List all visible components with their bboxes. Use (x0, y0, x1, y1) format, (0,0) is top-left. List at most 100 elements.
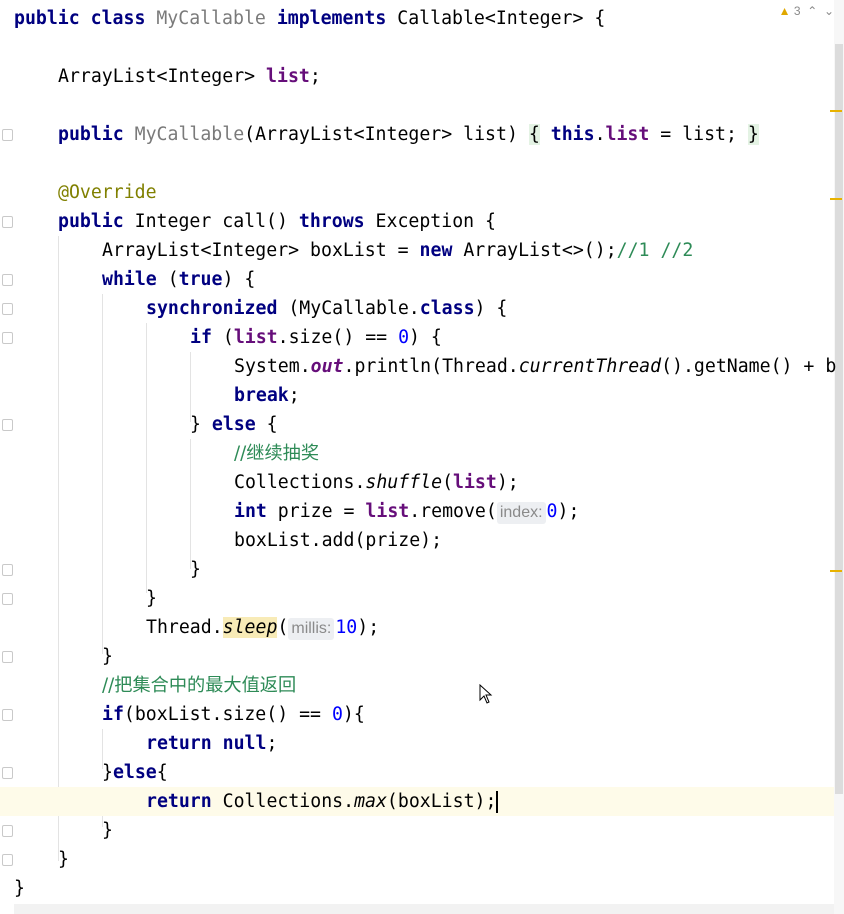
code-line-while[interactable]: while (true) { (102, 265, 255, 294)
number-literal: 0 (331, 704, 343, 725)
warning-stripe-marker[interactable] (830, 570, 842, 572)
code-line-sleep[interactable]: Thread.sleep(millis: 10); (146, 613, 379, 642)
code-text: } (14, 878, 25, 899)
code-text: ); (496, 472, 519, 493)
code-line-synchronized[interactable]: synchronized (MyCallable.class) { (146, 294, 507, 323)
code-text: ArrayList<>(); (452, 240, 617, 261)
code-line-break[interactable]: break; (234, 381, 300, 410)
code-line-boxlist-declaration[interactable]: ArrayList<Integer> boxList = new ArrayLi… (102, 236, 693, 265)
fold-marker[interactable] (2, 709, 13, 721)
code-text: (MyCallable. (277, 298, 420, 319)
static-method: sleep (222, 617, 278, 638)
code-text: ) { (222, 269, 256, 290)
keyword: break (234, 385, 289, 406)
code-line-println[interactable]: System.out.println(Thread.currentThread(… (234, 352, 836, 381)
code-line-annotation[interactable]: @Override (58, 178, 157, 207)
code-line-else2[interactable]: }else{ (102, 758, 168, 787)
code-text: { (156, 762, 168, 783)
code-line-comment-lottery[interactable]: //继续抽奖 (234, 439, 319, 468)
code-text: { (255, 414, 278, 435)
code-line-close-class[interactable]: } (14, 874, 25, 903)
code-line-add[interactable]: boxList.add(prize); (234, 526, 442, 555)
code-line-constructor[interactable]: public MyCallable(ArrayList<Integer> lis… (58, 120, 759, 149)
fold-marker[interactable] (2, 825, 13, 837)
keyword: if (190, 327, 212, 348)
comment: //1 //2 (616, 240, 694, 261)
code-line-class-declaration[interactable]: public class MyCallable implements Calla… (14, 4, 605, 33)
code-text: Collections. (234, 472, 366, 493)
vertical-scrollbar-thumb[interactable] (835, 44, 843, 794)
code-line-if-boxlist-empty[interactable]: if(boxList.size() == 0){ (102, 700, 365, 729)
static-field: out (310, 356, 344, 377)
number-literal: 10 (335, 617, 358, 638)
code-text: ArrayList<Integer> (58, 66, 267, 87)
fold-marker[interactable] (2, 216, 13, 228)
code-line-comment-return[interactable]: //把集合中的最大值返回 (102, 671, 296, 700)
fold-marker[interactable] (2, 767, 13, 779)
code-line-field[interactable]: ArrayList<Integer> list; (58, 62, 321, 91)
code-line-close-sync[interactable]: } (146, 584, 157, 613)
keyword: class (419, 298, 475, 319)
text-caret (496, 791, 499, 813)
code-text: . (594, 124, 606, 145)
horizontal-scrollbar[interactable] (14, 904, 834, 914)
code-text: ) { (409, 327, 442, 348)
code-text: ( (211, 327, 234, 348)
code-text: (boxList); (386, 791, 497, 812)
number-literal: 0 (546, 501, 558, 522)
code-editor[interactable]: public class MyCallable implements Calla… (0, 4, 836, 903)
fold-marker[interactable] (2, 564, 13, 576)
indent-guide (146, 323, 147, 593)
keyword: implements (276, 8, 387, 29)
number-literal: 0 (398, 327, 410, 348)
code-text: (ArrayList<Integer> list) (244, 124, 529, 145)
code-text: ); (357, 617, 380, 638)
code-text: prize = (266, 501, 366, 522)
fold-marker[interactable] (2, 332, 13, 344)
keyword: while (102, 269, 157, 290)
indent-guide (58, 236, 59, 861)
keyword: this (550, 124, 595, 145)
warning-stripe-marker[interactable] (830, 110, 842, 112)
code-line-if-list-empty[interactable]: if (list.size() == 0) { (190, 323, 442, 352)
code-text: } (146, 588, 157, 609)
vertical-scrollbar-track[interactable] (834, 0, 844, 914)
code-line-else[interactable]: } else { (190, 410, 278, 439)
fold-marker[interactable] (2, 274, 13, 286)
static-method: currentThread (518, 356, 662, 377)
keyword: public (58, 124, 124, 145)
field-name: list (266, 66, 310, 87)
fold-marker[interactable] (2, 303, 13, 315)
code-line-return-null[interactable]: return null; (146, 729, 277, 758)
warning-stripe-marker[interactable] (830, 198, 842, 200)
code-line-return-max[interactable]: return Collections.max(boxList); (0, 787, 834, 816)
mouse-pointer-icon (479, 684, 493, 704)
keyword: if (102, 704, 124, 725)
code-line-shuffle[interactable]: Collections.shuffle(list); (234, 468, 519, 497)
code-line-close-if[interactable]: } (190, 555, 201, 584)
indent-guide (190, 439, 191, 569)
fold-marker[interactable] (2, 651, 13, 663)
code-text: ().getName() + b (661, 356, 837, 377)
keyword: true (178, 269, 223, 290)
code-line-close-method[interactable]: } (58, 845, 69, 874)
code-text: ( (156, 269, 179, 290)
code-line-close-while[interactable]: } (102, 642, 113, 671)
code-text: Collections. (211, 791, 355, 812)
code-line-method-declaration[interactable]: public Integer call() throws Exception { (58, 207, 496, 236)
fold-marker[interactable] (2, 854, 13, 866)
static-method: max (354, 791, 387, 812)
keyword: return (146, 791, 212, 812)
code-line-remove[interactable]: int prize = list.remove(index: 0); (234, 497, 579, 526)
code-line-close-else[interactable]: } (102, 816, 113, 845)
code-text: } (102, 762, 113, 783)
fold-marker[interactable] (2, 419, 13, 431)
fold-marker[interactable] (2, 593, 13, 605)
keyword: new (419, 240, 453, 261)
folded-brace[interactable]: } (747, 124, 759, 145)
code-text: Integer call() (123, 211, 299, 232)
fold-marker[interactable] (2, 129, 13, 141)
static-method: shuffle (365, 472, 443, 493)
folded-brace[interactable]: { (528, 124, 540, 145)
code-text: Thread. (146, 617, 223, 638)
